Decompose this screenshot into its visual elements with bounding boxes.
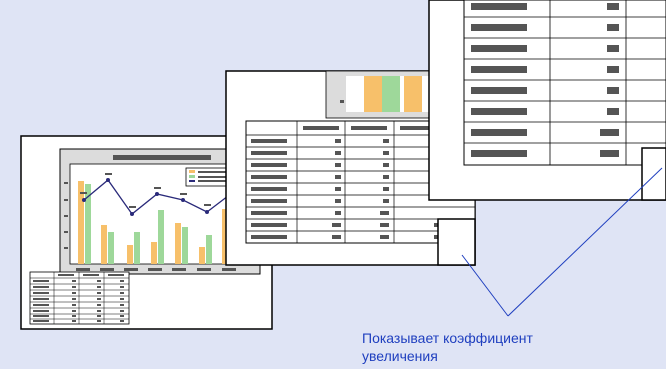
bar-4-a xyxy=(151,242,157,264)
zoom-ratio-caption: Показывает коэффициент увеличения xyxy=(362,329,533,365)
bar-4-b xyxy=(158,210,164,264)
mini-table xyxy=(29,271,130,325)
bar-5-a xyxy=(175,223,181,264)
bar-2-a xyxy=(101,225,107,264)
bar-6-a xyxy=(199,247,205,264)
zoom-indicator-box xyxy=(641,147,666,201)
bar-3-b xyxy=(134,232,140,264)
zoom-illustration xyxy=(20,0,666,330)
bar-2-b xyxy=(108,232,114,264)
panel-further-zoomed-table xyxy=(428,0,666,201)
bar-6-b xyxy=(206,235,212,264)
bar-3-a xyxy=(127,245,133,264)
caption-line-2: увеличения xyxy=(362,348,438,364)
caption-line-1: Показывает коэффициент xyxy=(362,330,533,346)
zoom-indicator-box xyxy=(437,218,476,266)
bar-5-b xyxy=(182,227,188,264)
